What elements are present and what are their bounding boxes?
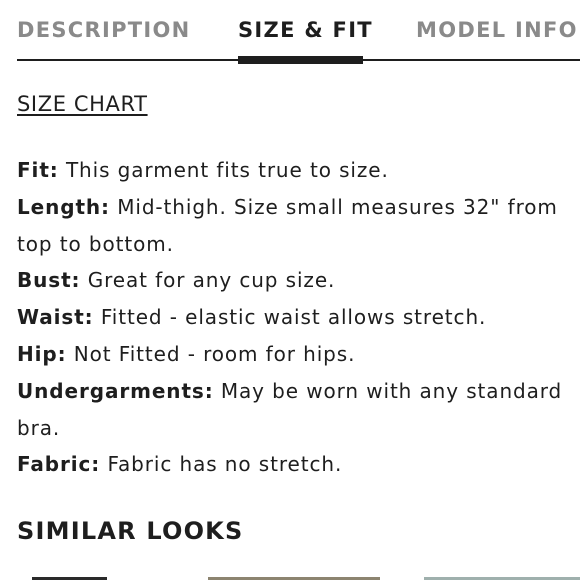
detail-label: Waist:	[17, 305, 94, 330]
detail-bust: Bust: Great for any cup size.	[17, 262, 572, 299]
product-details-panel: DESCRIPTION SIZE & FIT MODEL INFO SIZE C…	[0, 0, 580, 580]
detail-label: Bust:	[17, 268, 81, 293]
detail-text: This garment fits true to size.	[58, 158, 389, 182]
detail-length: Length: Mid-thigh. Size small measures 3…	[17, 189, 572, 263]
detail-label: Undergarments:	[17, 378, 214, 403]
active-tab-indicator	[238, 56, 363, 64]
detail-waist: Waist: Fitted - elastic waist allows str…	[17, 299, 572, 336]
tab-bar: DESCRIPTION SIZE & FIT MODEL INFO	[0, 0, 580, 64]
detail-label: Fabric:	[17, 452, 101, 477]
detail-text: Not Fitted - room for hips.	[66, 341, 356, 366]
detail-text: Fitted - elastic waist allows stretch.	[93, 305, 487, 330]
detail-label: Fit:	[17, 158, 59, 182]
detail-label: Length:	[17, 194, 110, 219]
detail-hip: Hip: Not Fitted - room for hips.	[17, 336, 572, 373]
size-chart-link[interactable]: SIZE CHART	[17, 92, 148, 116]
detail-fit: Fit: This garment fits true to size.	[17, 152, 572, 189]
detail-fabric: Fabric: Fabric has no stretch.	[17, 446, 572, 483]
detail-undergarments: Undergarments: May be worn with any stan…	[17, 373, 572, 447]
detail-label: Hip:	[17, 341, 67, 366]
detail-text: Fabric has no stretch.	[100, 452, 343, 477]
size-fit-details: Fit: This garment fits true to size. Len…	[17, 152, 572, 483]
tab-description[interactable]: DESCRIPTION	[17, 18, 191, 62]
similar-looks-heading: SIMILAR LOOKS	[17, 517, 244, 545]
detail-text: Great for any cup size.	[80, 268, 336, 293]
tab-model-info[interactable]: MODEL INFO	[416, 18, 578, 62]
